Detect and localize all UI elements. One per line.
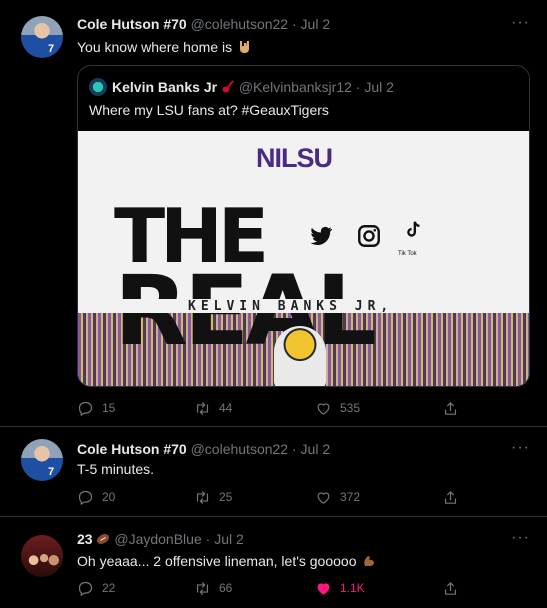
author-name[interactable]: 23 xyxy=(77,531,93,547)
author-handle[interactable]: @colehutson22 xyxy=(191,441,289,457)
tweet-text-row: Oh yeaaa... 2 offensive lineman, let's g… xyxy=(77,553,375,569)
reply-icon xyxy=(78,401,93,416)
tweet-text: You know where home is xyxy=(77,39,233,55)
reply-icon xyxy=(78,581,93,596)
quote-author-name: Kelvin Banks Jr xyxy=(112,79,218,95)
player-helmet xyxy=(274,326,326,386)
tweet-header: 23 @JaydonBlue · Jul 2 xyxy=(77,531,244,547)
retweet-button[interactable]: 66 xyxy=(194,579,232,597)
avatar[interactable] xyxy=(21,535,63,577)
quote-avatar xyxy=(89,78,107,96)
retweet-count: 25 xyxy=(219,490,233,504)
retweet-icon xyxy=(196,401,209,415)
twitter-icon xyxy=(308,223,334,254)
timestamp[interactable]: · Jul 2 xyxy=(206,531,244,547)
author-handle[interactable]: @JaydonBlue xyxy=(114,531,201,547)
reply-button[interactable]: 20 xyxy=(77,488,115,506)
more-options-icon[interactable]: ··· xyxy=(511,439,530,457)
media-subtitle: KELVIN BANKS JR, xyxy=(188,299,394,314)
retweet-count: 66 xyxy=(219,581,233,595)
tweet-text: Oh yeaaa... 2 offensive lineman, let's g… xyxy=(77,553,357,569)
timestamp[interactable]: · Jul 2 xyxy=(292,16,330,32)
instagram-icon xyxy=(356,223,382,254)
action-bar: 22 66 1.1K xyxy=(77,579,467,597)
tiktok-label: Tik Tok xyxy=(398,251,417,257)
tweet-header: Cole Hutson #70 @colehutson22 · Jul 2 xyxy=(77,16,330,32)
action-bar: 15 44 535 xyxy=(77,399,467,417)
quote-text: Where my LSU fans at? #GeauxTigers xyxy=(89,102,329,118)
flexed-biceps-emoji xyxy=(364,556,375,566)
tweet-text-row: You know where home is xyxy=(77,39,251,55)
tiktok-icon xyxy=(402,219,424,246)
heart-filled-icon xyxy=(317,582,330,595)
like-button[interactable]: 372 xyxy=(315,488,360,506)
quote-author-handle: @Kelvinbanksjr12 xyxy=(238,79,352,95)
retweet-button[interactable]: 25 xyxy=(194,488,232,506)
tweet[interactable]: 23 @JaydonBlue · Jul 2 ··· Oh yeaaa... 2… xyxy=(0,517,547,608)
share-icon xyxy=(444,581,457,595)
rock-on-hand-emoji xyxy=(240,41,250,53)
like-button[interactable]: 535 xyxy=(315,399,360,417)
nilsu-logo: NILSU xyxy=(256,143,333,173)
like-count: 535 xyxy=(340,401,361,415)
like-count: 372 xyxy=(340,490,361,504)
like-button[interactable]: 1.1K xyxy=(315,579,365,597)
reply-button[interactable]: 22 xyxy=(77,579,115,597)
share-icon xyxy=(444,401,457,415)
retweet-count: 44 xyxy=(219,401,233,415)
retweet-icon xyxy=(196,490,209,504)
like-count: 1.1K xyxy=(340,581,365,595)
tweet-text: T-5 minutes. xyxy=(77,461,155,477)
guitar-emoji xyxy=(222,80,234,93)
avatar[interactable] xyxy=(21,439,63,481)
more-options-icon[interactable]: ··· xyxy=(511,14,530,32)
reply-count: 20 xyxy=(102,490,116,504)
quote-header: Kelvin Banks Jr @Kelvinbanksjr12 · Jul 2 xyxy=(112,79,394,95)
reply-icon xyxy=(78,490,93,505)
timestamp[interactable]: · Jul 2 xyxy=(292,441,330,457)
author-name[interactable]: Cole Hutson #70 xyxy=(77,16,187,32)
avatar[interactable] xyxy=(21,16,63,58)
retweet-button[interactable]: 44 xyxy=(194,399,232,417)
quote-timestamp: · Jul 2 xyxy=(355,79,394,95)
share-icon xyxy=(444,490,457,504)
more-options-icon[interactable]: ··· xyxy=(511,529,530,547)
share-button[interactable] xyxy=(442,399,467,417)
tweet-header: Cole Hutson #70 @colehutson22 · Jul 2 xyxy=(77,441,330,457)
action-bar: 20 25 372 xyxy=(77,488,467,506)
quote-media-image[interactable]: NILSU THE REAL KELVIN BANKS JR, Tik Tok xyxy=(78,131,529,386)
retweet-icon xyxy=(196,581,209,595)
heart-icon xyxy=(317,402,330,415)
tweet[interactable]: Cole Hutson #70 @colehutson22 · Jul 2 ··… xyxy=(0,0,547,427)
football-emoji xyxy=(97,534,110,544)
author-handle[interactable]: @colehutson22 xyxy=(191,16,289,32)
author-name[interactable]: Cole Hutson #70 xyxy=(77,441,187,457)
reply-count: 15 xyxy=(102,401,116,415)
share-button[interactable] xyxy=(442,488,467,506)
reply-count: 22 xyxy=(102,581,116,595)
heart-icon xyxy=(317,491,330,504)
reply-button[interactable]: 15 xyxy=(77,399,115,417)
share-button[interactable] xyxy=(442,579,467,597)
tweet[interactable]: Cole Hutson #70 @colehutson22 · Jul 2 ··… xyxy=(0,427,547,517)
quoted-tweet[interactable]: Kelvin Banks Jr @Kelvinbanksjr12 · Jul 2… xyxy=(77,65,530,387)
